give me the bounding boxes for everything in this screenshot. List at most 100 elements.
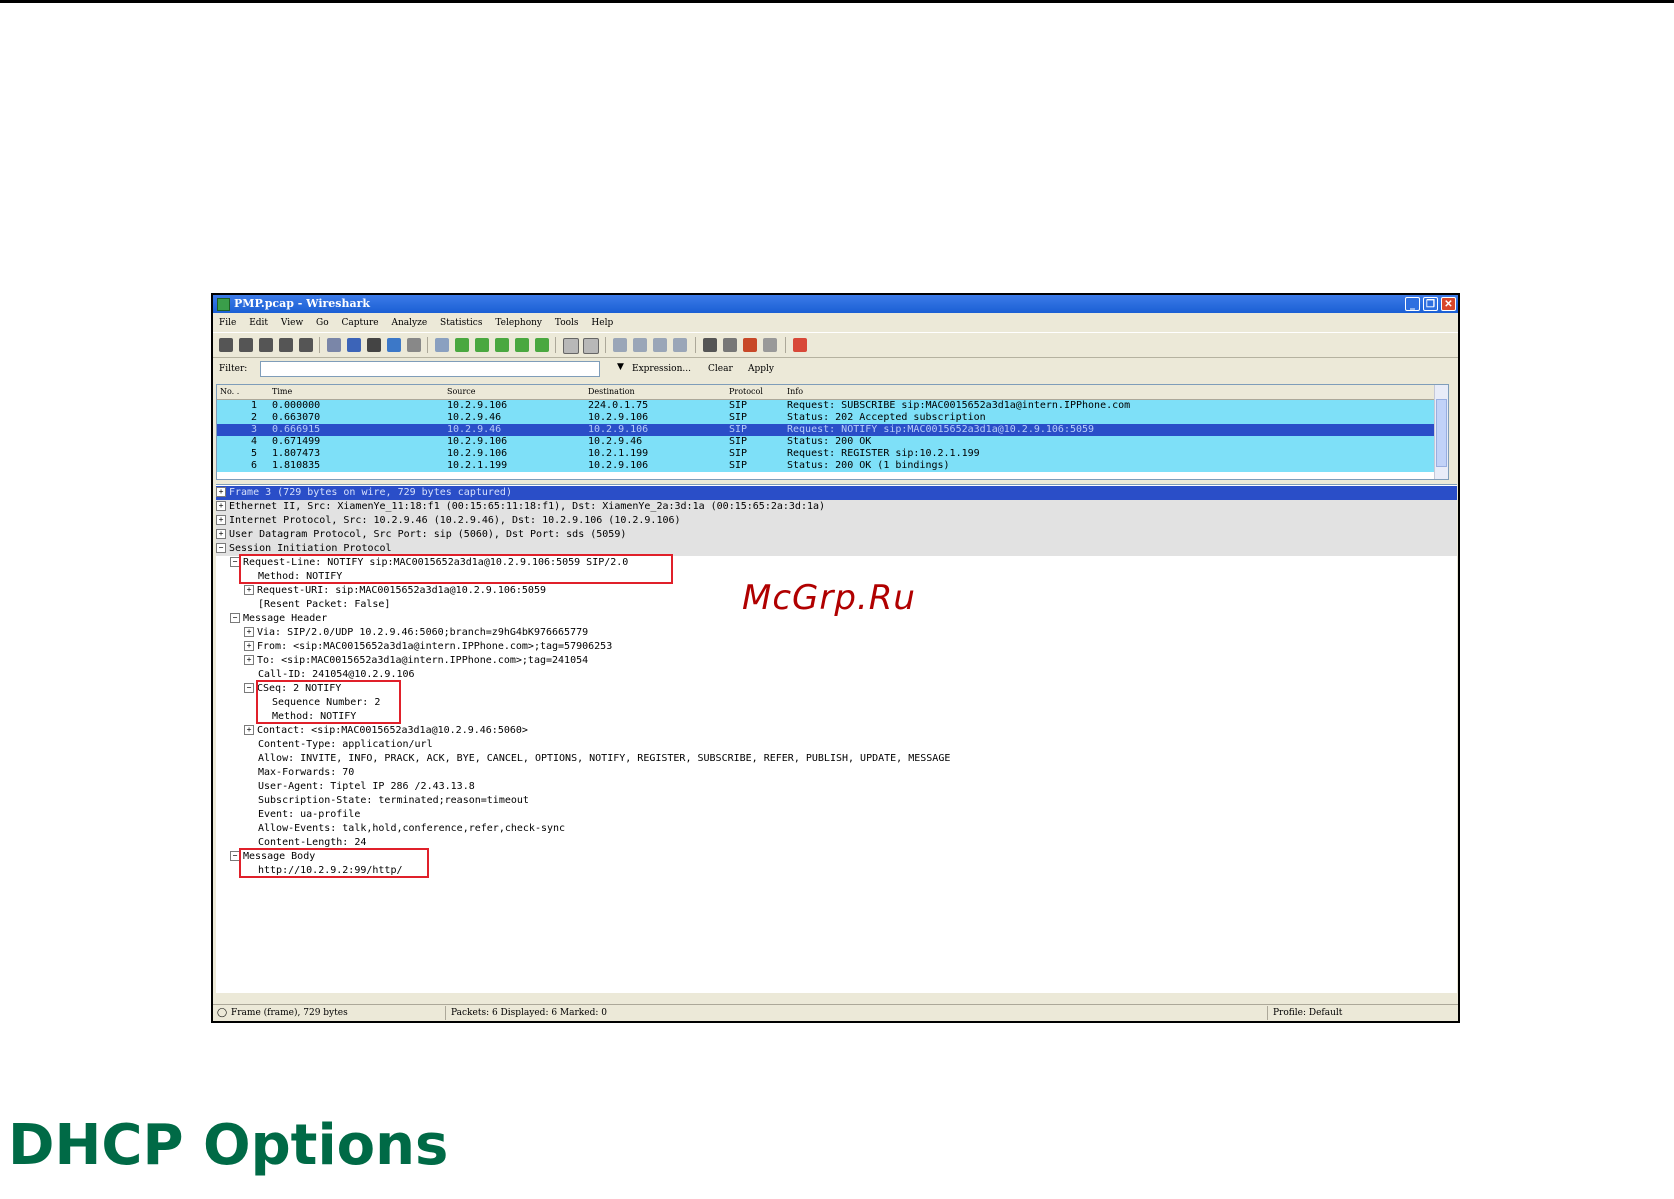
menu-edit[interactable]: Edit	[249, 318, 268, 328]
detail-contact[interactable]: + Contact: <sip:MAC0015652a3d1a@10.2.9.46…	[244, 724, 1457, 738]
detail-max-forwards[interactable]: Max-Forwards: 70	[258, 766, 1457, 780]
detail-ip[interactable]: + Internet Protocol, Src: 10.2.9.46 (10.2…	[216, 514, 1457, 528]
expand-icon[interactable]: +	[216, 487, 226, 497]
zoom-normal-icon[interactable]	[653, 338, 667, 352]
detail-udp[interactable]: + User Datagram Protocol, Src Port: sip (…	[216, 528, 1457, 542]
detail-allow[interactable]: Allow: INVITE, INFO, PRACK, ACK, BYE, CA…	[258, 752, 1457, 766]
minimize-button[interactable]: _	[1405, 297, 1420, 311]
toolbar-separator	[427, 337, 428, 353]
expression-button[interactable]: Expression...	[632, 364, 691, 374]
col-protocol[interactable]: Protocol	[729, 385, 763, 399]
help-icon[interactable]	[793, 338, 807, 352]
detail-frame[interactable]: + Frame 3 (729 bytes on wire, 729 bytes c…	[216, 486, 1457, 500]
packet-row[interactable]: 4 0.671499 10.2.9.106 10.2.9.46 SIP Status: 2…	[217, 436, 1448, 448]
expand-icon[interactable]: +	[216, 529, 226, 539]
menu-capture[interactable]: Capture	[342, 318, 379, 328]
detail-via[interactable]: + Via: SIP/2.0/UDP 10.2.9.46:5060;branch=…	[244, 626, 1457, 640]
close-file-icon[interactable]	[367, 338, 381, 352]
detail-sequence-number[interactable]: Sequence Number: 2	[272, 696, 1457, 710]
expand-icon[interactable]: +	[216, 501, 226, 511]
menu-view[interactable]: View	[281, 318, 303, 328]
col-time[interactable]: Time	[272, 385, 292, 399]
menu-tools[interactable]: Tools	[555, 318, 579, 328]
maximize-button[interactable]: ❐	[1423, 297, 1438, 311]
col-no[interactable]: No. .	[220, 385, 239, 399]
apply-button[interactable]: Apply	[748, 364, 774, 374]
menu-statistics[interactable]: Statistics	[440, 318, 482, 328]
expand-icon[interactable]: +	[244, 627, 254, 637]
status-indicator-icon[interactable]: ◯	[217, 1005, 227, 1021]
detail-to[interactable]: + To: <sip:MAC0015652a3d1a@intern.IPPhone…	[244, 654, 1457, 668]
scroll-thumb[interactable]	[1436, 399, 1447, 467]
highlight-message-body	[239, 848, 429, 878]
detail-call-id[interactable]: Call-ID: 241054@10.2.9.106	[258, 668, 1457, 682]
zoom-out-icon[interactable]	[633, 338, 647, 352]
detail-event[interactable]: Event: ua-profile	[258, 808, 1457, 822]
detail-cseq-method[interactable]: Method: NOTIFY	[272, 710, 1457, 724]
print-icon[interactable]	[407, 338, 421, 352]
expand-icon[interactable]: +	[244, 655, 254, 665]
col-destination[interactable]: Destination	[588, 385, 635, 399]
menu-go[interactable]: Go	[316, 318, 329, 328]
zoom-in-icon[interactable]	[613, 338, 627, 352]
coloring-rules-icon[interactable]	[743, 338, 757, 352]
start-icon[interactable]	[259, 338, 273, 352]
menu-file[interactable]: File	[219, 318, 236, 328]
packet-list-scrollbar[interactable]	[1434, 385, 1448, 479]
col-source[interactable]: Source	[447, 385, 476, 399]
first-packet-icon[interactable]	[515, 338, 529, 352]
collapse-icon[interactable]: −	[230, 613, 240, 623]
packet-row[interactable]: 3 0.666915 10.2.9.46 10.2.9.106 SIP Request: …	[217, 424, 1448, 436]
detail-cseq[interactable]: − CSeq: 2 NOTIFY	[244, 682, 1457, 696]
packet-destination: 10.2.1.199	[588, 448, 649, 459]
detail-content-type[interactable]: Content-Type: application/url	[258, 738, 1457, 752]
detail-ethernet[interactable]: + Ethernet II, Src: XiamenYe_11:18:f1 (00…	[216, 500, 1457, 514]
menu-help[interactable]: Help	[591, 318, 613, 328]
packet-protocol: SIP	[729, 400, 748, 411]
last-packet-icon[interactable]	[535, 338, 549, 352]
expand-icon[interactable]: +	[244, 725, 254, 735]
interfaces-icon[interactable]	[219, 338, 233, 352]
menu-telephony[interactable]: Telephony	[495, 318, 542, 328]
colorize-icon[interactable]	[563, 338, 579, 354]
forward-icon[interactable]	[475, 338, 489, 352]
detail-from[interactable]: + From: <sip:MAC0015652a3d1a@intern.IPPho…	[244, 640, 1457, 654]
preferences-icon[interactable]	[763, 338, 777, 352]
back-icon[interactable]	[455, 338, 469, 352]
stop-icon[interactable]	[279, 338, 293, 352]
detail-allow-events[interactable]: Allow-Events: talk,hold,conference,refer…	[258, 822, 1457, 836]
goto-icon[interactable]	[495, 338, 509, 352]
status-profile[interactable]: Profile: Default	[1273, 1005, 1342, 1021]
clear-button[interactable]: Clear	[708, 364, 733, 374]
expand-icon[interactable]: +	[244, 641, 254, 651]
collapse-icon[interactable]: −	[216, 543, 226, 553]
resize-columns-icon[interactable]	[673, 338, 687, 352]
expand-icon[interactable]: +	[244, 585, 254, 595]
close-button[interactable]: ✕	[1441, 297, 1456, 311]
packet-row[interactable]: 2 0.663070 10.2.9.46 10.2.9.106 SIP Status: 2…	[217, 412, 1448, 424]
filter-input[interactable]	[260, 361, 600, 377]
title-bar: PMP.pcap - Wireshark _ ❐ ✕	[213, 295, 1458, 313]
packet-protocol: SIP	[729, 448, 748, 459]
detail-body-url[interactable]: http://10.2.9.2:99/http/	[258, 864, 1457, 878]
collapse-icon[interactable]: −	[244, 683, 254, 693]
expand-icon[interactable]: +	[216, 515, 226, 525]
find-icon[interactable]	[435, 338, 449, 352]
display-filters-icon[interactable]	[723, 338, 737, 352]
options-icon[interactable]	[239, 338, 253, 352]
autoscroll-icon[interactable]	[583, 338, 599, 354]
restart-icon[interactable]	[299, 338, 313, 352]
packet-row[interactable]: 1 0.000000 10.2.9.106 224.0.1.75 SIP Request:…	[217, 400, 1448, 412]
packet-row[interactable]: 5 1.807473 10.2.9.106 10.2.1.199 SIP Request:…	[217, 448, 1448, 460]
save-icon[interactable]	[347, 338, 361, 352]
reload-icon[interactable]	[387, 338, 401, 352]
filter-dropdown-icon[interactable]: ▼	[617, 362, 624, 372]
open-icon[interactable]	[327, 338, 341, 352]
detail-content-length[interactable]: Content-Length: 24	[258, 836, 1457, 850]
detail-user-agent[interactable]: User-Agent: Tiptel IP 286 /2.43.13.8	[258, 780, 1457, 794]
capture-filters-icon[interactable]	[703, 338, 717, 352]
packet-row[interactable]: 6 1.810835 10.2.1.199 10.2.9.106 SIP Status: …	[217, 460, 1448, 472]
col-info[interactable]: Info	[787, 385, 803, 399]
detail-subscription-state[interactable]: Subscription-State: terminated;reason=ti…	[258, 794, 1457, 808]
menu-analyze[interactable]: Analyze	[391, 318, 427, 328]
